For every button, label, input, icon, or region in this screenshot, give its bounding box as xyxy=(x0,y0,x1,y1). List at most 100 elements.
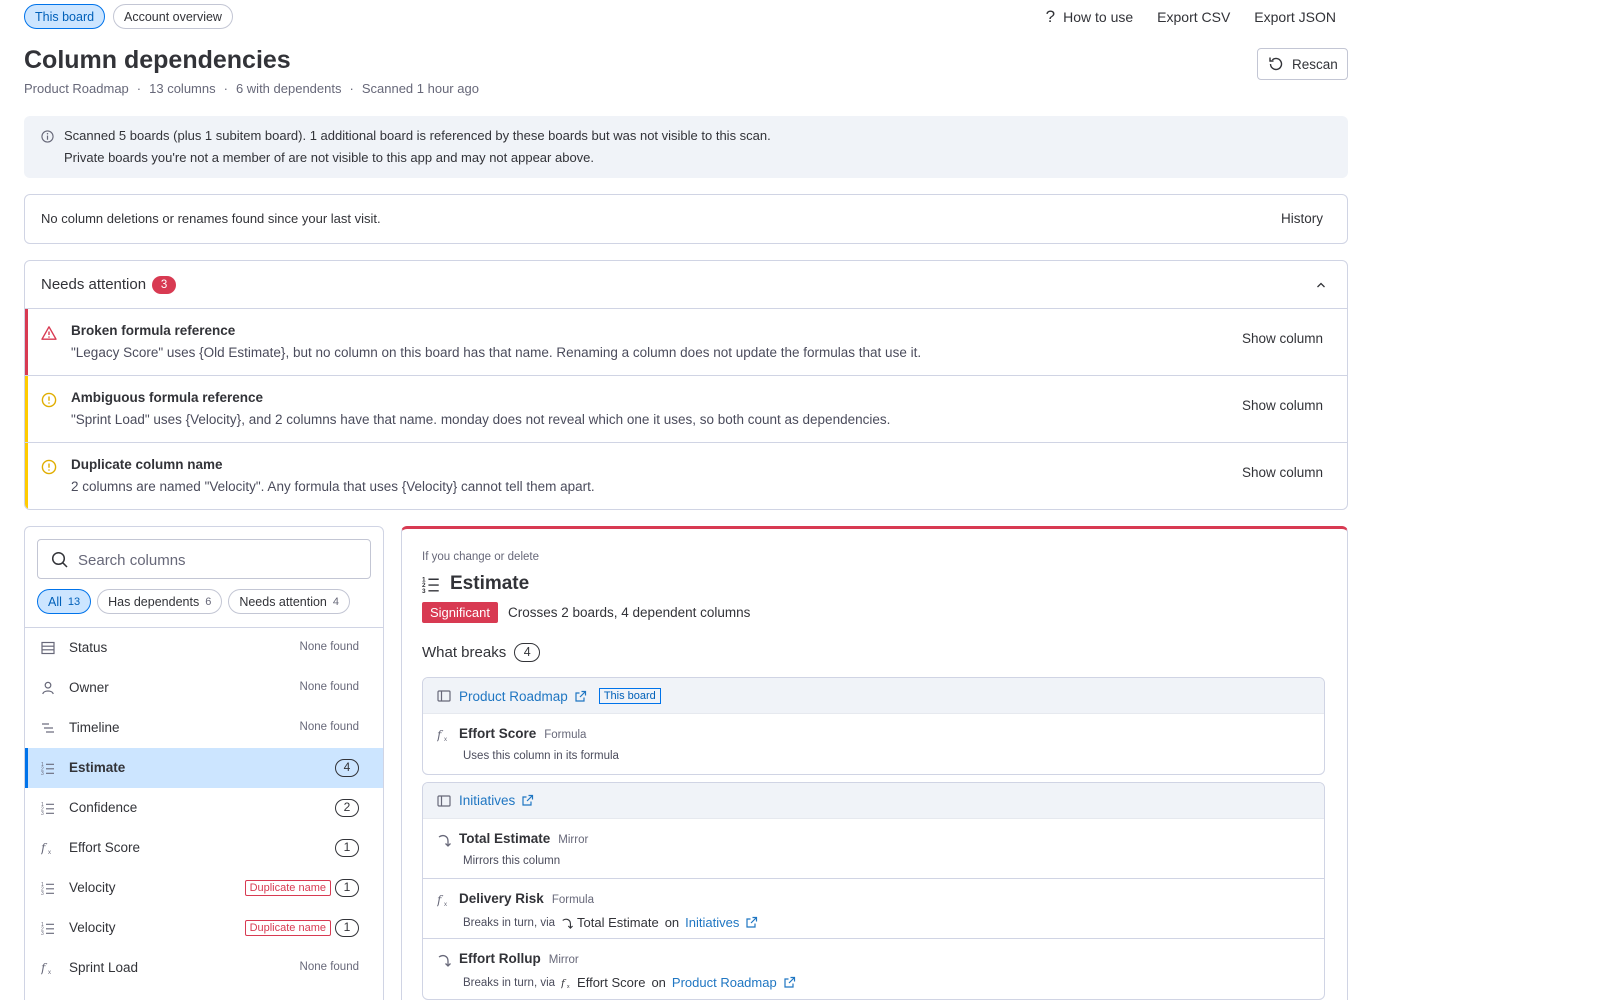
scanned-time: Scanned 1 hour ago xyxy=(361,81,479,96)
dependent-name: Effort Rollup xyxy=(459,951,541,966)
via-board-name: Initiatives xyxy=(685,915,740,930)
dependents-count-badge: 4 xyxy=(335,759,359,777)
filter-has-dependents[interactable]: Has dependents 6 xyxy=(97,589,223,614)
board-name: Product Roadmap xyxy=(24,81,129,96)
export-csv-button[interactable]: Export CSV xyxy=(1157,9,1230,25)
dependent-row[interactable]: fx Effort Score Formula Uses this column … xyxy=(423,714,1324,774)
column-name: Confidence xyxy=(69,800,138,815)
show-column-button[interactable]: Show column xyxy=(1242,398,1323,413)
show-column-button[interactable]: Show column xyxy=(1242,465,1323,480)
column-name: Estimate xyxy=(69,760,126,775)
column-item-owner[interactable]: Owner None found xyxy=(25,668,383,708)
attention-item-desc: 2 columns are named "Velocity". Any form… xyxy=(71,479,595,494)
svg-text:f: f xyxy=(561,977,567,989)
tab-this-board[interactable]: This board xyxy=(24,4,106,29)
board-link[interactable]: Product Roadmap xyxy=(459,689,568,704)
board-card-product-roadmap: Product Roadmap This board fx Effort Sco… xyxy=(422,677,1325,775)
show-column-button[interactable]: Show column xyxy=(1242,331,1323,346)
filter-all[interactable]: All 13 xyxy=(37,589,92,614)
history-button[interactable]: History xyxy=(1281,211,1323,226)
column-name: Owner xyxy=(69,680,109,695)
numbers-icon: 123 xyxy=(41,881,55,895)
dependent-type: Mirror xyxy=(548,954,579,966)
board-icon xyxy=(437,689,451,703)
person-icon xyxy=(41,681,55,695)
needs-attention-header[interactable]: Needs attention 3 xyxy=(25,261,1347,309)
dependents-count-badge: 1 xyxy=(335,919,359,937)
attention-item-title: Duplicate column name xyxy=(71,457,223,472)
column-list: Status None found Owner None found Timel… xyxy=(25,627,383,988)
columns-count: 13 columns xyxy=(149,81,216,96)
on-label: on xyxy=(651,975,666,990)
column-name: Sprint Load xyxy=(69,960,139,975)
column-list-panel: All13 Has dependents6 Needs attention4 S… xyxy=(24,526,384,1000)
filter-count: 6 xyxy=(205,595,212,608)
dependents-count-badge: 1 xyxy=(335,839,359,857)
column-item-confidence[interactable]: 123 Confidence 2 xyxy=(25,788,383,828)
dependent-row[interactable]: fx Delivery Risk Formula Breaks in turn, … xyxy=(423,879,1324,939)
attention-item: Broken formula reference "Legacy Score" … xyxy=(25,309,1347,376)
attention-item-desc: "Sprint Load" uses {Velocity}, and 2 col… xyxy=(71,412,891,427)
info-line-2: Private boards you're not a member of ar… xyxy=(64,150,595,165)
separator: · xyxy=(223,81,228,96)
board-card-header: Initiatives xyxy=(423,783,1324,819)
via-column: Total Estimate xyxy=(561,915,659,930)
attention-count-badge: 3 xyxy=(152,276,177,294)
board-card-initiatives: Initiatives Total Estimate Mirror Mirrors… xyxy=(422,782,1325,1000)
none-found-label: None found xyxy=(299,961,359,973)
external-link-icon[interactable] xyxy=(521,794,534,807)
column-item-timeline[interactable]: Timeline None found xyxy=(25,708,383,748)
separator: · xyxy=(349,81,354,96)
numbers-icon: 123 xyxy=(41,921,55,935)
impact-detail-panel: If you change or delete 123 Estimate Sig… xyxy=(401,526,1348,1000)
top-actions: ? How to use Export CSV Export JSON xyxy=(1046,6,1336,28)
column-item-velocity[interactable]: 123 Velocity Duplicate name 1 xyxy=(25,908,383,948)
search-input[interactable] xyxy=(78,548,358,572)
column-item-status[interactable]: Status None found xyxy=(25,628,383,668)
formula-icon: fx xyxy=(41,961,55,975)
dependent-type: Mirror xyxy=(558,834,589,846)
dependent-name: Delivery Risk xyxy=(459,891,544,906)
rescan-button[interactable]: Rescan xyxy=(1257,48,1348,80)
page-title: Column dependencies xyxy=(24,46,291,74)
column-item-velocity[interactable]: 123 Velocity Duplicate name 1 xyxy=(25,868,383,908)
attention-item-desc: "Legacy Score" uses {Old Estimate}, but … xyxy=(71,345,922,360)
dependent-reason: Breaks in turn, via xyxy=(463,976,556,989)
svg-text:x: x xyxy=(444,737,447,742)
dependent-row[interactable]: Effort Rollup Mirror Breaks in turn, via … xyxy=(423,939,1324,999)
mirror-icon xyxy=(437,953,451,967)
export-json-button[interactable]: Export JSON xyxy=(1254,9,1336,25)
filter-count: 4 xyxy=(332,595,340,608)
warning-circle-icon xyxy=(41,459,57,475)
svg-text:f: f xyxy=(437,893,444,907)
tab-account-overview[interactable]: Account overview xyxy=(113,4,233,29)
formula-icon: fx xyxy=(41,841,55,855)
search-icon xyxy=(51,551,69,569)
formula-icon: fx xyxy=(437,893,451,907)
dependent-row[interactable]: Total Estimate Mirror Mirrors this column xyxy=(423,819,1324,879)
column-item-sprint-load[interactable]: fx Sprint Load None found xyxy=(25,948,383,988)
svg-text:f: f xyxy=(41,841,48,855)
board-icon xyxy=(437,794,451,808)
column-item-estimate[interactable]: 123 Estimate 4 xyxy=(25,748,383,788)
dependents-count-badge: 1 xyxy=(335,879,359,897)
column-item-effort-score[interactable]: fx Effort Score 1 xyxy=(25,828,383,868)
svg-text:x: x xyxy=(567,984,570,989)
page-subtitle: Product Roadmap · 13 columns · 6 with de… xyxy=(24,81,479,96)
chevron-up-icon[interactable] xyxy=(1315,279,1327,291)
filter-label: All xyxy=(48,594,62,609)
external-link-icon xyxy=(745,916,758,929)
dependent-reason: Breaks in turn, via xyxy=(463,916,556,929)
board-link[interactable]: Initiatives xyxy=(459,793,515,808)
with-dependents-count: 6 with dependents xyxy=(235,81,342,96)
via-board-link[interactable]: Product Roadmap xyxy=(672,975,796,990)
via-column-name: Effort Score xyxy=(577,975,646,990)
filter-needs-attention[interactable]: Needs attention 4 xyxy=(228,589,351,614)
search-box xyxy=(37,539,371,579)
via-board-link[interactable]: Initiatives xyxy=(685,915,758,930)
svg-text:3: 3 xyxy=(41,931,44,935)
external-link-icon[interactable] xyxy=(574,690,587,703)
severity-badge: Significant xyxy=(422,602,498,623)
how-to-use-link[interactable]: ? How to use xyxy=(1046,7,1134,27)
duplicate-name-badge: Duplicate name xyxy=(244,880,331,896)
